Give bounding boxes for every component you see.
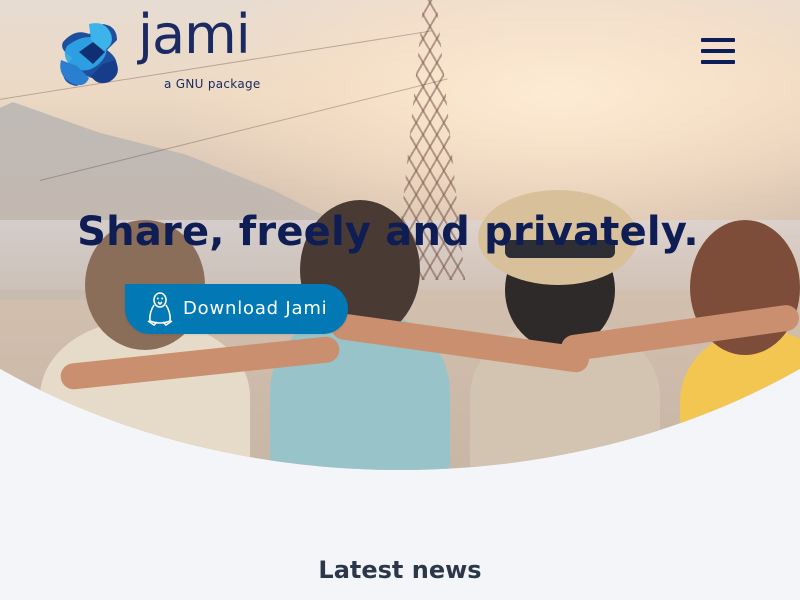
linux-penguin-icon — [147, 292, 173, 326]
hero-headline: Share, freely and privately. — [77, 209, 699, 255]
logo-tagline: a GNU package — [164, 77, 261, 91]
logo-wordmark: jami — [138, 3, 251, 66]
logo[interactable]: jami a GNU package — [0, 0, 300, 100]
menu-bar — [701, 49, 735, 53]
menu-bar — [701, 60, 735, 64]
latest-news-heading: Latest news — [318, 556, 482, 584]
hamburger-menu-icon[interactable] — [698, 36, 738, 66]
download-button[interactable]: Download Jami — [125, 284, 348, 334]
page: jami a GNU package Share, freely and pri… — [0, 0, 800, 600]
download-button-label: Download Jami — [183, 298, 328, 319]
menu-bar — [701, 38, 735, 42]
